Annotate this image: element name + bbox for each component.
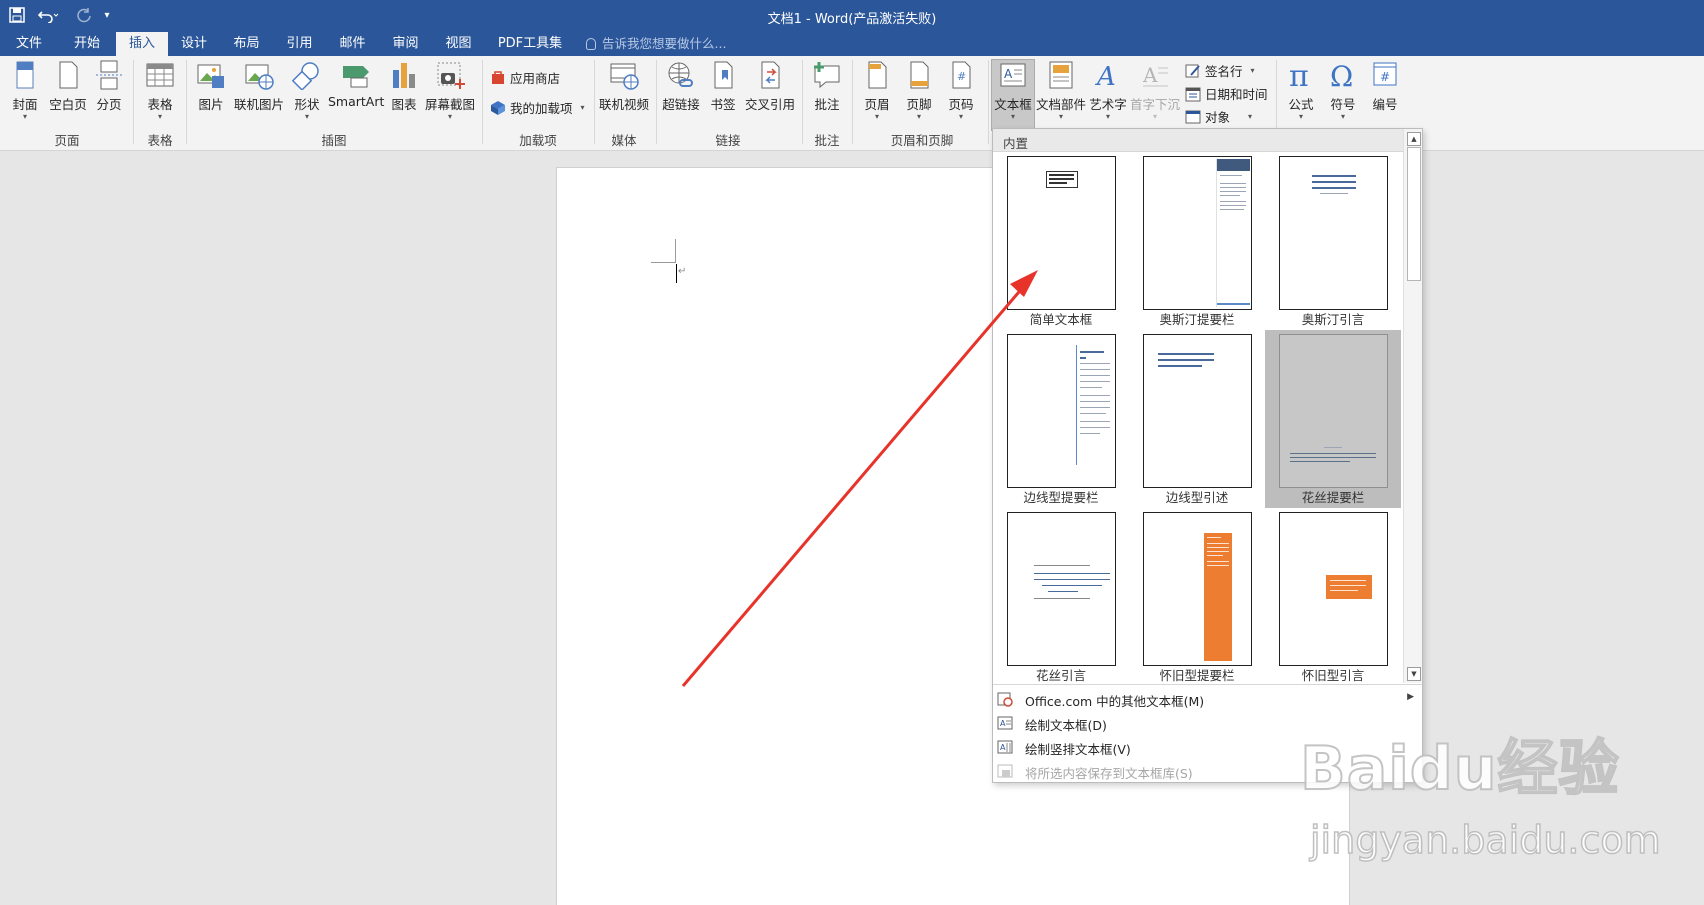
watermark-url: jingyan.baidu.com: [1309, 817, 1661, 863]
watermark-logo: Baidu经验: [1299, 733, 1620, 805]
baidu-watermark: Baidu经验 jingyan.baidu.com: [1299, 720, 1680, 870]
